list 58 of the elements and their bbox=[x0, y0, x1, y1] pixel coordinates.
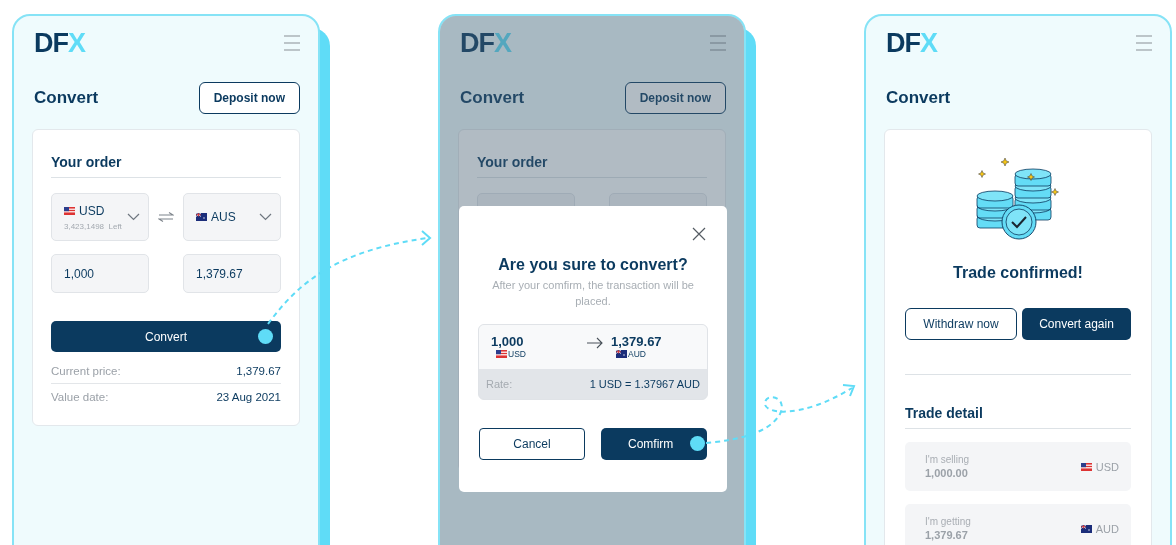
currency-code: USD bbox=[79, 203, 105, 218]
section-title: Trade detail bbox=[905, 405, 1131, 429]
currency-code: AUD bbox=[628, 349, 646, 360]
dialog-title: Are you sure to convert? bbox=[498, 256, 688, 274]
success-heading: Trade confirmed! bbox=[953, 264, 1083, 282]
australia-flag-icon bbox=[196, 213, 207, 221]
dfx-logo: DFX bbox=[460, 29, 511, 57]
cancel-button[interactable]: Cancel bbox=[479, 427, 585, 460]
card-title: Your order bbox=[51, 154, 281, 178]
dfx-logo: DFX bbox=[34, 29, 85, 57]
chevron-down-icon bbox=[127, 213, 140, 221]
rate-label: Rate: bbox=[486, 377, 513, 390]
confirm-button[interactable]: Comfirm bbox=[601, 427, 707, 460]
currency-select[interactable]: USD 3,423,1498 Left bbox=[51, 193, 149, 241]
chevron-down-icon bbox=[259, 213, 272, 221]
info-value: 1,379.67 bbox=[236, 364, 281, 377]
balance-text: 3,423,1498 Left bbox=[64, 221, 122, 231]
deposit-button[interactable]: Deposit now bbox=[198, 82, 300, 114]
australia-flag-icon bbox=[616, 350, 627, 359]
tap-indicator-icon bbox=[258, 329, 273, 344]
page-title: Convert bbox=[460, 88, 525, 108]
deposit-button[interactable]: Deposit now bbox=[624, 82, 726, 114]
to-amount: 1,379.67 bbox=[611, 334, 662, 350]
page-title: Convert bbox=[886, 88, 951, 108]
swap-icon[interactable] bbox=[158, 212, 174, 222]
info-label: Current price: bbox=[51, 364, 121, 377]
amount-field[interactable]: 1,000 bbox=[51, 254, 149, 293]
detail-label: I'm getting bbox=[925, 516, 971, 527]
detail-amount: 1,000.00 bbox=[925, 467, 969, 479]
dfx-logo: DFX bbox=[886, 29, 937, 57]
us-flag-icon bbox=[1080, 462, 1092, 471]
amount-field[interactable]: 1,379.67 bbox=[183, 254, 281, 293]
page-title: Convert bbox=[34, 88, 99, 108]
rate-value: 1 USD = 1.37967 AUD bbox=[589, 377, 700, 390]
australia-flag-icon bbox=[1080, 524, 1092, 533]
convert-again-button[interactable]: Convert again bbox=[1022, 308, 1131, 340]
currency-code: USD bbox=[1095, 460, 1119, 473]
card-title: Your order bbox=[477, 154, 707, 178]
info-value: 23 Aug 2021 bbox=[216, 390, 281, 403]
arrow-right-icon bbox=[587, 336, 603, 349]
currency-code: USD bbox=[508, 349, 526, 360]
us-flag-icon bbox=[496, 350, 507, 359]
close-button[interactable] bbox=[691, 226, 707, 242]
currency-code: AUS bbox=[211, 210, 236, 224]
tap-indicator-icon bbox=[690, 435, 705, 451]
us-flag-icon bbox=[64, 206, 75, 215]
menu-icon[interactable] bbox=[710, 35, 726, 51]
from-amount: 1,000 bbox=[491, 334, 524, 350]
menu-icon[interactable] bbox=[284, 35, 300, 51]
currency-code: AUD bbox=[1095, 522, 1119, 535]
convert-button[interactable]: Convert bbox=[51, 321, 281, 352]
detail-amount: 1,379.67 bbox=[925, 529, 969, 541]
detail-label: I'm selling bbox=[925, 454, 970, 465]
currency-select[interactable]: AUS bbox=[183, 193, 281, 241]
withdraw-button[interactable]: Withdraw now bbox=[905, 308, 1017, 340]
dialog-message: After your comfirm, the transaction will be placed. bbox=[491, 278, 695, 309]
menu-icon[interactable] bbox=[1136, 35, 1152, 51]
info-label: Value date: bbox=[51, 390, 109, 403]
